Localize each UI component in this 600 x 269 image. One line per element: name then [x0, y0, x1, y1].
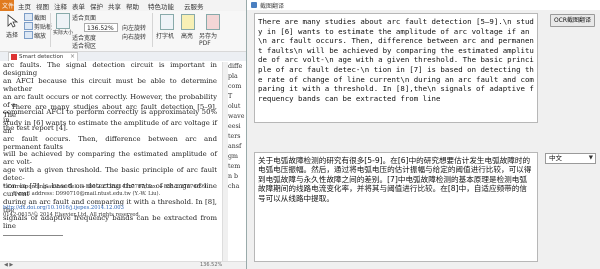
menu-comment[interactable]: 注释: [54, 1, 67, 11]
text-fragment: cha: [228, 183, 240, 190]
zoom-icon: [24, 31, 33, 39]
actual-size-button[interactable]: 实际大小: [53, 29, 73, 36]
file-menu-button[interactable]: 文件: [0, 0, 14, 11]
text-fragment: n b: [228, 173, 239, 180]
source-text[interactable]: There are many studies about arc fault d…: [258, 17, 534, 103]
text-fragment: ters: [228, 133, 241, 140]
screenshot-icon: [24, 13, 33, 21]
text-line: arc fault occurs. Then, difference betwe…: [3, 134, 217, 151]
menu-home[interactable]: 主页: [18, 1, 31, 11]
target-language-select[interactable]: 中文 ▼: [545, 153, 596, 164]
text-line: arc faults. The signal detection circuit…: [3, 61, 217, 77]
text-fragment: diffe: [228, 63, 243, 70]
window-title: 截图翻译: [260, 3, 285, 10]
menu-view[interactable]: 视图: [36, 1, 49, 11]
menu-help[interactable]: 帮助: [126, 1, 139, 11]
typewriter-button[interactable]: 打字机: [156, 31, 174, 40]
pdf-page: arc faults. The signal detection circuit…: [0, 61, 223, 262]
text-fragment: eesi: [228, 123, 241, 130]
menu-bar: 文件 主页 视图 注释 表单 保护 共享 帮助 特色功能 云服务: [0, 0, 246, 11]
page-nav[interactable]: ◀ ▶: [4, 262, 13, 268]
fit-page-button[interactable]: 适合页面: [72, 13, 96, 22]
text-fragment: tem: [228, 163, 241, 170]
footnote-author: * Corresponding author. Tel.: +886 2 273…: [3, 184, 209, 190]
title-bar: 截图翻译: [247, 0, 600, 10]
status-zoom: 136.52%: [200, 262, 223, 268]
text-fragment: gm: [228, 153, 239, 160]
menu-form[interactable]: 表单: [72, 1, 85, 11]
text-fragment: com: [228, 83, 242, 90]
fit-visible-button[interactable]: 适合视区: [72, 41, 96, 50]
doi-link[interactable]: http://dx.doi.org/10.1016/j.ijepes.2014.…: [3, 205, 124, 212]
menu-share[interactable]: 共享: [108, 1, 121, 11]
close-tab-icon[interactable]: ×: [70, 53, 75, 61]
menu-protect[interactable]: 保护: [90, 1, 103, 11]
highlight-icon: [181, 14, 195, 30]
ocr-translate-button[interactable]: OCR截图翻译: [550, 14, 595, 27]
ocr-translate-window: 截图翻译 There are many studies about arc fa…: [246, 0, 600, 269]
text-line: an AFCI because this circuit must be abl…: [3, 76, 217, 93]
screenshot-button[interactable]: 截图: [34, 13, 46, 22]
text-fragment: wave: [228, 113, 245, 120]
footnote-email: E-mail address: D990710@mail.ntust.edu.t…: [13, 191, 161, 197]
highlight-button[interactable]: 高亮: [181, 31, 193, 40]
text-line: There are many studies about arc fault d…: [3, 103, 217, 119]
zoom-button[interactable]: 缩放: [34, 31, 46, 40]
pdf-file-icon: [11, 54, 17, 60]
rotate-right-button[interactable]: 向右旋转: [122, 32, 146, 41]
typewriter-icon: [160, 14, 174, 30]
select-label[interactable]: 选择: [6, 30, 18, 39]
status-bar: ◀ ▶ 136.52%: [0, 261, 246, 269]
footnote-divider: [3, 235, 63, 236]
app-icon: [251, 2, 257, 8]
clipboard-icon: [24, 22, 33, 30]
cursor-icon[interactable]: [5, 14, 19, 28]
text-line: age with a given threshold. The basic pr…: [3, 166, 217, 183]
copyright-line: 0142-0615/© 2014 Elsevier Ltd. All right…: [3, 212, 141, 218]
menu-cloud[interactable]: 云服务: [184, 1, 204, 11]
ribbon-toolbar: 选择 截图 剪贴板 缩放 实际大小 适合页面 136.52% 适合宽度 适合视区…: [0, 11, 246, 52]
source-text-area[interactable]: There are many studies about arc fault d…: [254, 13, 538, 123]
save-as-pdf-icon: [206, 14, 220, 30]
actual-size-icon: [56, 13, 70, 29]
translated-text[interactable]: 关于电弧故障检测的研究有很多[5-9]。在[6]中的研究想要估计发生电弧故障时的…: [258, 156, 534, 203]
zoom-input[interactable]: 136.52%: [84, 23, 118, 32]
menu-features[interactable]: 特色功能: [148, 1, 174, 11]
text-fragment: pla: [228, 73, 238, 80]
text-fragment: ansf: [228, 143, 242, 150]
chevron-down-icon: ▼: [588, 155, 593, 161]
next-column-text: diffe pla com T olut wave eesi ters ansf…: [228, 62, 246, 202]
translation-text-area[interactable]: 关于电弧故障检测的研究有很多[5-9]。在[6]中的研究想要估计发生电弧故障时的…: [254, 152, 538, 262]
text-line: study in [6] wants to estimate the ampli…: [3, 118, 217, 135]
text-fragment: olut: [228, 103, 241, 110]
document-tab[interactable]: Smart detection tec... ×: [8, 52, 78, 68]
rotate-left-button[interactable]: 向左旋转: [122, 23, 146, 32]
document-tab-bar: Smart detection tec... ×: [0, 52, 246, 68]
save-as-pdf-button[interactable]: 另存为PDF: [199, 31, 227, 47]
text-fragment: T: [228, 93, 233, 100]
text-line: will be achieved by comparing the estima…: [3, 150, 217, 167]
language-value: 中文: [549, 154, 562, 162]
pdf-reader-window: 文件 主页 视图 注释 表单 保护 共享 帮助 特色功能 云服务 选择 截图 剪…: [0, 0, 246, 269]
doi-link-text[interactable]: http://dx.doi.org/10.1016/j.ijepes.2014.…: [3, 205, 124, 211]
